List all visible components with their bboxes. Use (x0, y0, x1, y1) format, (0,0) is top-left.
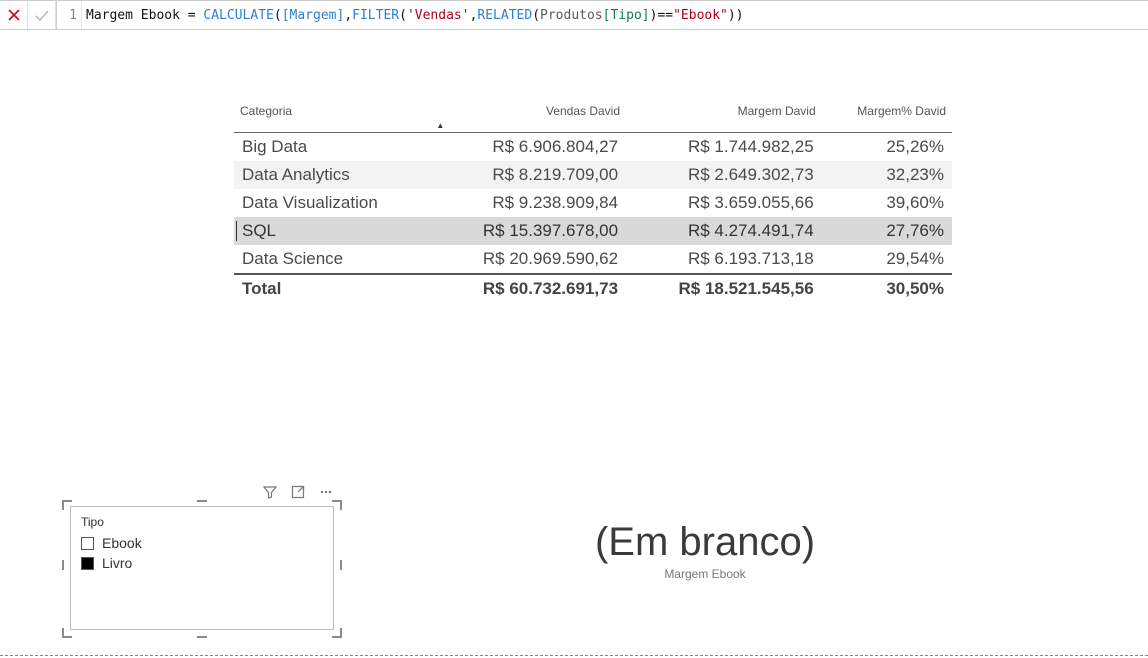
table-row[interactable]: Data ScienceR$ 20.969.590,62R$ 6.193.713… (234, 245, 952, 274)
cell-categoria: SQL (234, 217, 430, 245)
col-header-margem-pct[interactable]: Margem% David (822, 100, 952, 133)
slicer-item[interactable]: Livro (81, 553, 323, 573)
formula-string-ebook: "Ebook" (673, 8, 728, 23)
slicer-body: Tipo Ebook Livro (70, 506, 334, 630)
total-margem: R$ 18.521.545,56 (626, 274, 822, 303)
cell-margem: R$ 2.649.302,73 (626, 161, 822, 189)
checkbox-icon[interactable] (81, 537, 94, 550)
table-body: Big DataR$ 6.906.804,27R$ 1.744.982,2525… (234, 133, 952, 275)
slicer-item[interactable]: Ebook (81, 533, 323, 553)
col-header-margem[interactable]: Margem David (626, 100, 822, 133)
focus-mode-icon[interactable] (290, 484, 306, 500)
table-row[interactable]: Big DataR$ 6.906.804,27R$ 1.744.982,2525… (234, 133, 952, 162)
card-label: Margem Ebook (490, 567, 920, 581)
cell-margem: R$ 6.193.713,18 (626, 245, 822, 274)
cell-margem-pct: 29,54% (822, 245, 952, 274)
total-margem-pct: 30,50% (822, 274, 952, 303)
table-total-row: Total R$ 60.732.691,73 R$ 18.521.545,56 … (234, 274, 952, 303)
total-label: Total (234, 274, 430, 303)
col-header-categoria-label: Categoria (240, 104, 292, 118)
cell-categoria: Big Data (234, 133, 430, 162)
sort-asc-icon: ▲ (436, 121, 444, 130)
slicer-item-label: Ebook (102, 535, 142, 551)
slicer-title: Tipo (81, 515, 323, 529)
table-row[interactable]: SQLR$ 15.397.678,00R$ 4.274.491,7427,76% (234, 217, 952, 245)
cell-margem: R$ 4.274.491,74 (626, 217, 822, 245)
slicer-visual[interactable]: Tipo Ebook Livro (62, 486, 342, 638)
report-canvas[interactable]: Categoria ▲ Vendas David Margem David Ma… (0, 30, 1148, 658)
col-header-categoria[interactable]: Categoria (234, 100, 430, 133)
formula-divider (56, 1, 57, 29)
cell-categoria: Data Analytics (234, 161, 430, 189)
filter-icon[interactable] (262, 484, 278, 500)
slicer-item-label: Livro (102, 555, 132, 571)
formula-table-vendas: 'Vendas' (407, 8, 470, 23)
cell-categoria: Data Science (234, 245, 430, 274)
cell-vendas: R$ 9.238.909,84 (430, 189, 626, 217)
col-header-vendas[interactable]: ▲ Vendas David (430, 100, 626, 133)
card-value: (Em branco) (490, 520, 920, 565)
formula-equals: = (188, 8, 196, 23)
formula-ref-margem: [Margem] (282, 8, 345, 23)
cell-margem-pct: 32,23% (822, 161, 952, 189)
cell-margem-pct: 27,76% (822, 217, 952, 245)
visual-toolbar (262, 484, 334, 500)
more-options-icon[interactable] (318, 484, 334, 500)
formula-func-related: RELATED (477, 8, 532, 23)
formula-measure-name: Margem Ebook (86, 8, 180, 23)
formula-input[interactable]: Margem Ebook = CALCULATE([Margem],FILTER… (81, 1, 1148, 29)
table-visual[interactable]: Categoria ▲ Vendas David Margem David Ma… (234, 100, 952, 303)
cell-margem-pct: 25,26% (822, 133, 952, 162)
formula-func-calculate: CALCULATE (203, 8, 273, 23)
page-boundary (0, 655, 1148, 656)
total-vendas: R$ 60.732.691,73 (430, 274, 626, 303)
cell-vendas: R$ 8.219.709,00 (430, 161, 626, 189)
checkbox-icon[interactable] (81, 557, 94, 570)
formula-commit-button[interactable] (28, 1, 56, 29)
cell-vendas: R$ 6.906.804,27 (430, 133, 626, 162)
formula-cancel-button[interactable] (0, 1, 28, 29)
formula-bar: 1 Margem Ebook = CALCULATE([Margem],FILT… (0, 0, 1148, 30)
col-header-margem-label: Margem David (738, 104, 816, 118)
table-row[interactable]: Data AnalyticsR$ 8.219.709,00R$ 2.649.30… (234, 161, 952, 189)
cell-margem-pct: 39,60% (822, 189, 952, 217)
cell-margem: R$ 1.744.982,25 (626, 133, 822, 162)
cell-vendas: R$ 15.397.678,00 (430, 217, 626, 245)
formula-col-tipo: [Tipo] (603, 8, 650, 23)
formula-table-produtos: Produtos (540, 8, 603, 23)
cell-categoria: Data Visualization (234, 189, 430, 217)
formula-func-filter: FILTER (352, 8, 399, 23)
cell-margem: R$ 3.659.055,66 (626, 189, 822, 217)
col-header-vendas-label: Vendas David (546, 104, 620, 118)
table-row[interactable]: Data VisualizationR$ 9.238.909,84R$ 3.65… (234, 189, 952, 217)
cell-vendas: R$ 20.969.590,62 (430, 245, 626, 274)
formula-line-number: 1 (63, 8, 81, 23)
card-visual[interactable]: (Em branco) Margem Ebook (490, 520, 920, 581)
col-header-margem-pct-label: Margem% David (857, 104, 946, 118)
